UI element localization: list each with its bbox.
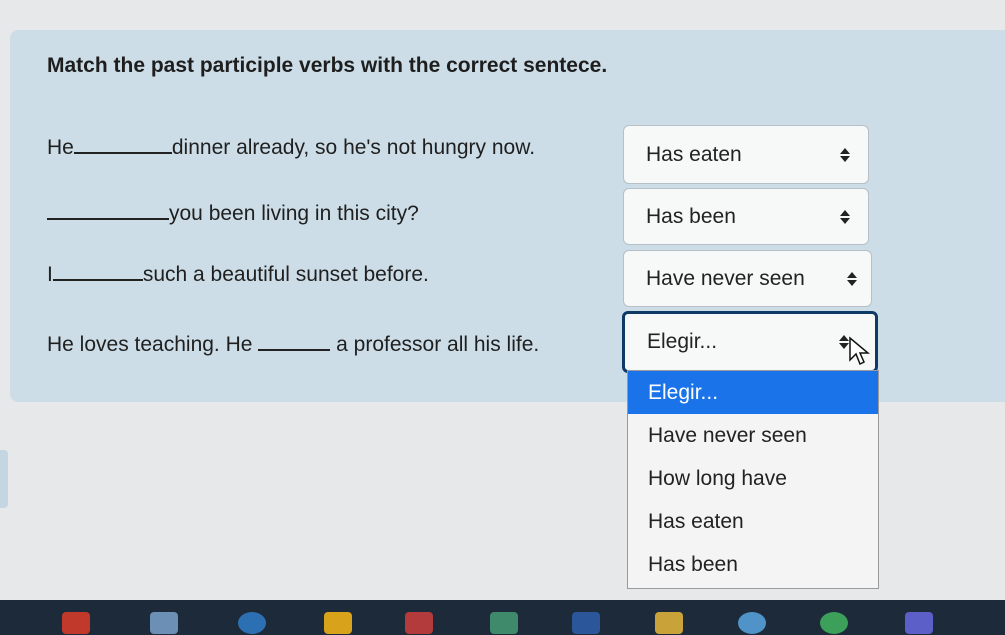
answer-select-4[interactable]: Elegir...	[622, 311, 878, 373]
chevron-updown-icon	[840, 209, 850, 224]
chrome-icon[interactable]	[820, 612, 848, 634]
question-4-after: a professor all his life.	[336, 333, 540, 356]
dropdown-option[interactable]: Elegir...	[628, 371, 878, 414]
word-icon[interactable]	[572, 612, 600, 634]
answer-select-4-value: Elegir...	[647, 330, 718, 353]
teams-icon[interactable]	[905, 612, 933, 634]
chevron-updown-icon	[840, 147, 850, 162]
answer-select-3-value: Have never seen	[646, 266, 805, 290]
app1-icon[interactable]	[62, 612, 90, 634]
dropdown-option[interactable]: Has eaten	[628, 500, 878, 543]
blank-1	[73, 134, 172, 154]
blank-2	[47, 200, 169, 220]
instruction-heading: Match the past participle verbs with the…	[47, 54, 608, 77]
dropdown-option[interactable]: Has been	[628, 543, 878, 586]
chevron-updown-icon	[847, 271, 857, 286]
app2-icon[interactable]	[150, 612, 178, 634]
side-panel-edge	[0, 450, 8, 508]
question-3: Isuch a beautiful sunset before.	[47, 261, 429, 287]
question-3-after: such a beautiful sunset before.	[142, 263, 429, 286]
app3-icon[interactable]	[238, 612, 266, 634]
answer-select-3[interactable]: Have never seen	[623, 250, 872, 307]
app4-icon[interactable]	[324, 612, 352, 634]
app5-icon[interactable]	[405, 612, 433, 634]
app8-icon[interactable]	[655, 612, 683, 634]
question-4-before: He loves teaching. He	[47, 333, 253, 356]
answer-dropdown-list: Elegir... Have never seen How long have …	[627, 370, 879, 589]
question-1: He dinner already, so he's not hungry now…	[47, 134, 535, 160]
question-1-after: dinner already, so he's not hungry now.	[171, 136, 536, 159]
answer-select-1[interactable]: Has eaten	[623, 125, 869, 184]
answer-select-2[interactable]: Has been	[623, 188, 869, 245]
blank-4	[258, 331, 331, 351]
question-2: you been living in this city?	[47, 200, 419, 226]
question-4: He loves teaching. He a professor all hi…	[47, 331, 539, 357]
app9-icon[interactable]	[738, 612, 766, 634]
dropdown-option[interactable]: Have never seen	[628, 414, 878, 457]
question-1-before: He	[47, 136, 74, 159]
taskbar	[0, 600, 1005, 635]
question-2-after: you been living in this city?	[169, 202, 419, 225]
app6-icon[interactable]	[490, 612, 518, 634]
answer-select-1-value: Has eaten	[646, 142, 742, 166]
answer-select-2-value: Has been	[646, 204, 736, 228]
mouse-pointer-icon	[849, 336, 870, 366]
blank-3	[52, 261, 143, 281]
dropdown-option[interactable]: How long have	[628, 457, 878, 500]
